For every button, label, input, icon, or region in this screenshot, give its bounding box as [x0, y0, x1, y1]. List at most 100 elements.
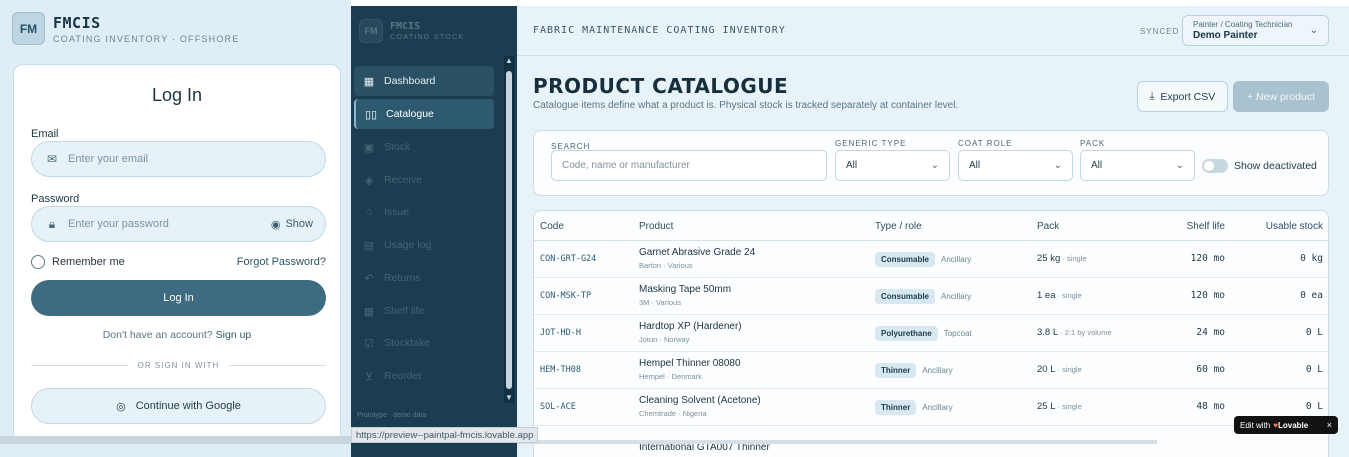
row-role: Ancillary	[922, 403, 953, 412]
row-product-name: Hardtop XP (Hardener)	[639, 321, 742, 332]
scroll-down-icon[interactable]: ▼	[504, 393, 514, 403]
sidebar-item-stocktake[interactable]: ☑ Stocktake	[354, 328, 494, 358]
pack-select[interactable]: All ⌄	[1080, 150, 1195, 181]
password-placeholder: Enter your password	[68, 218, 169, 230]
row-shelf-life: 120 mo	[1190, 290, 1225, 301]
login-card: Log In Email ✉ Enter your email Password…	[13, 64, 341, 444]
table-row[interactable]: SOL-ACE Cleaning Solvent (Acetone) Chemt…	[534, 389, 1328, 426]
filter-panel: SEARCH Code, name or manufacturer GENERI…	[533, 130, 1329, 196]
row-pack: 3.8 L · 2:1 by volume	[1037, 327, 1112, 338]
sidebar-item-stock[interactable]: ▣ Stock	[354, 132, 494, 162]
row-role: Topcoat	[943, 329, 972, 338]
sidebar-item-dashboard[interactable]: ▦ Dashboard	[354, 66, 494, 96]
sidebar-brand: FM FMCIS COATING STOCK	[359, 19, 464, 43]
sidebar-item-label: Returns	[384, 272, 421, 284]
table-row[interactable]: CON-MSK-TP Masking Tape 50mm 3M · Variou…	[534, 278, 1328, 315]
row-code: HEM-TH08	[540, 365, 581, 375]
scroll-up-icon[interactable]: ▲	[504, 56, 514, 66]
download-icon: ⤓	[1149, 90, 1155, 102]
export-csv-button[interactable]: ⤓ Export CSV	[1137, 81, 1228, 112]
row-code: CON-MSK-TP	[540, 291, 592, 301]
horizontal-scrollbar[interactable]	[0, 436, 351, 444]
pack-label: PACK	[1080, 139, 1106, 148]
row-role: Ancillary	[941, 292, 972, 301]
show-deactivated-toggle[interactable]: Show deactivated	[1202, 159, 1317, 173]
sidebar-item-label: Usage log	[384, 239, 432, 251]
main-content: FABRIC MAINTENANCE COATING INVENTORY SYN…	[517, 6, 1349, 457]
topbar: FABRIC MAINTENANCE COATING INVENTORY SYN…	[517, 6, 1349, 56]
row-pack: 25 L · single	[1037, 401, 1082, 412]
brand-name: FMCIS	[53, 13, 101, 32]
toggle-label: Show deactivated	[1234, 160, 1317, 172]
app-title: FABRIC MAINTENANCE COATING INVENTORY	[533, 25, 786, 36]
sync-status: SYNCED	[1140, 27, 1180, 36]
remember-label: Remember me	[52, 256, 125, 268]
col-usable-stock[interactable]: Usable stock	[1259, 221, 1323, 232]
sidebar-logo: FM	[359, 19, 383, 43]
signup-text: Don't have an account?	[102, 329, 213, 341]
row-shelf-life: 120 mo	[1190, 253, 1225, 264]
table-row[interactable]: HEM-TH08 Hempel Thinner 08080 Hempel · D…	[534, 352, 1328, 389]
sidebar-item-label: Issue	[384, 206, 410, 218]
show-password-button[interactable]: ◉ Show	[271, 218, 313, 231]
scroll-thumb[interactable]	[506, 71, 512, 389]
grid-icon: ▦	[363, 75, 375, 88]
google-icon: ◎	[116, 400, 126, 413]
login-button[interactable]: Log In	[31, 280, 326, 316]
brand-subtitle: COATING INVENTORY · OFFSHORE	[53, 33, 240, 44]
row-usable-stock: 0 L	[1305, 401, 1323, 412]
cart-icon: ⊻	[364, 370, 374, 383]
sidebar-item-returns[interactable]: ↶ Returns	[354, 263, 494, 293]
row-manufacturer: Chemtrade · Nigeria	[639, 409, 707, 418]
export-csv-label: Export CSV	[1160, 90, 1216, 103]
sidebar-item-reorder[interactable]: ⊻ Reorder	[354, 361, 494, 391]
sidebar-item-receive[interactable]: ◈ Receive	[354, 165, 494, 195]
sidebar-item-catalogue[interactable]: ▯▯ Catalogue	[354, 99, 494, 129]
google-signin-button[interactable]: ◎ Continue with Google	[31, 388, 326, 424]
password-field[interactable]: 🔒︎ Enter your password ◉ Show	[31, 206, 326, 242]
toggle-switch[interactable]	[1202, 159, 1228, 173]
generic-type-select[interactable]: All ⌄	[835, 150, 950, 181]
row-manufacturer: 3M · Various	[639, 298, 681, 307]
remember-checkbox[interactable]	[31, 255, 45, 269]
table-row[interactable]: JOT-HD-H Hardtop XP (Hardener) Jotun · N…	[534, 315, 1328, 352]
signup-link[interactable]: Sign up	[216, 329, 252, 341]
col-shelf-life[interactable]: Shelf life	[1180, 221, 1225, 232]
new-product-button[interactable]: + New product	[1233, 81, 1329, 112]
bottom-scrollbar[interactable]	[517, 440, 1157, 444]
book-icon: ▯▯	[364, 108, 378, 121]
chevron-down-icon: ⌄	[1309, 25, 1318, 36]
sidebar-scrollbar[interactable]: ▲ ▼	[504, 56, 514, 403]
email-field[interactable]: ✉ Enter your email	[31, 141, 326, 177]
password-label: Password	[31, 193, 80, 205]
user-selector[interactable]: Painter / Coating Technician Demo Painte…	[1182, 15, 1329, 46]
forgot-password-link[interactable]: Forgot Password?	[237, 256, 326, 268]
col-code[interactable]: Code	[540, 221, 564, 232]
sidebar-item-label: Receive	[384, 174, 422, 186]
close-icon[interactable]: ×	[1327, 420, 1332, 430]
coat-role-select[interactable]: All ⌄	[958, 150, 1073, 181]
col-type-role[interactable]: Type / role	[875, 221, 922, 232]
col-pack[interactable]: Pack	[1037, 221, 1059, 232]
lovable-prefix: Edit with	[1240, 420, 1271, 430]
chevron-down-icon: ⌄	[1053, 160, 1062, 171]
type-badge: Thinner	[875, 363, 917, 378]
brand: FM FMCIS COATING INVENTORY · OFFSHORE	[12, 12, 239, 45]
table-row[interactable]: CON-GRT-G24 Garnet Abrasive Grade 24 Bar…	[534, 241, 1328, 278]
login-panel: FM FMCIS COATING INVENTORY · OFFSHORE Lo…	[0, 0, 351, 457]
row-product-name: Masking Tape 50mm	[639, 284, 732, 295]
signup-prompt: Don't have an account? Sign up	[14, 329, 340, 341]
row-usable-stock: 0 kg	[1300, 253, 1323, 264]
sidebar: FM FMCIS COATING STOCK ▦ Dashboard ▯▯ Ca…	[351, 6, 517, 457]
sidebar-item-usage-log[interactable]: ▤ Usage log	[354, 230, 494, 260]
col-product[interactable]: Product	[639, 221, 673, 232]
lovable-badge[interactable]: Edit with ♥Lovable ×	[1234, 416, 1338, 434]
or-divider: OR SIGN IN WITH	[31, 361, 327, 370]
sidebar-item-label: Dashboard	[384, 75, 436, 87]
sidebar-item-issue[interactable]: ⌂ Issue	[354, 197, 494, 227]
sidebar-item-shelf-life[interactable]: ▦ Shelf life	[354, 296, 494, 326]
row-usable-stock: 0 L	[1305, 364, 1323, 375]
search-input[interactable]: Code, name or manufacturer	[551, 150, 827, 181]
sidebar-item-label: Reorder	[384, 370, 422, 382]
user-role: Painter / Coating Technician	[1193, 20, 1293, 29]
